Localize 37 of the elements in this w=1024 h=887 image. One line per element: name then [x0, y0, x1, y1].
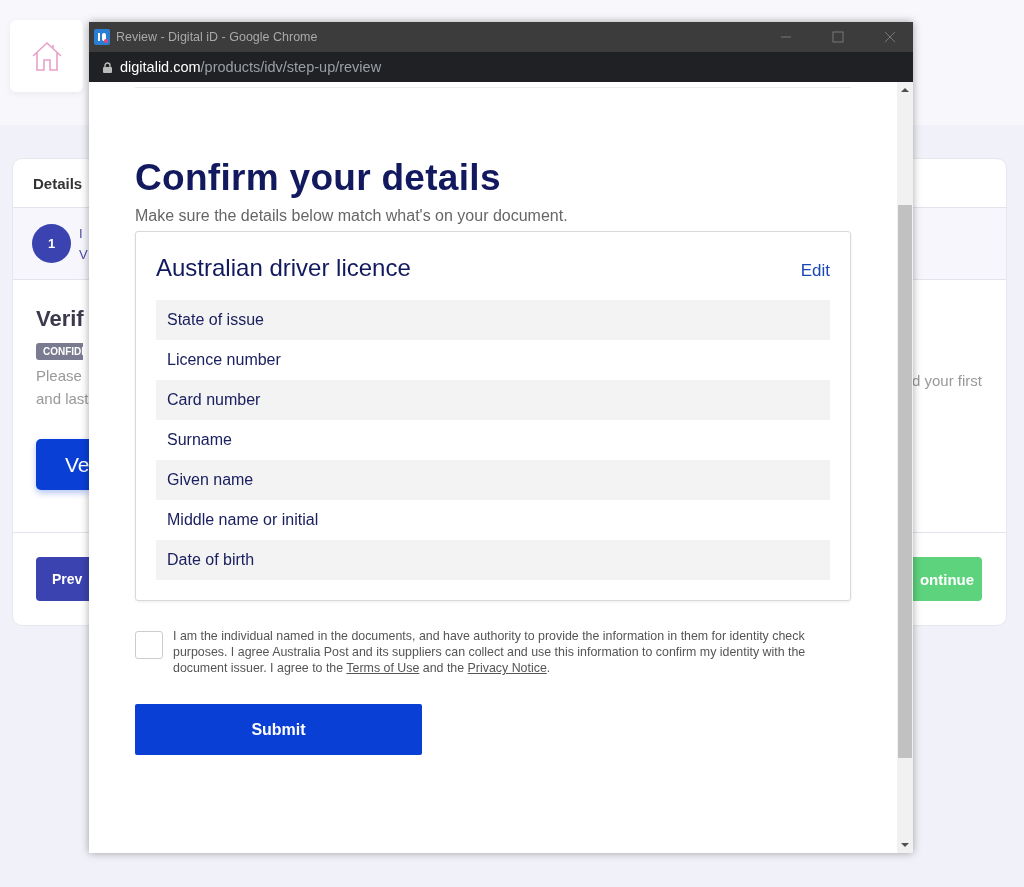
- maximize-icon: [832, 31, 844, 43]
- scroll-down-icon[interactable]: [901, 843, 909, 847]
- terms-link[interactable]: Terms of Use: [346, 661, 420, 675]
- window-title: Review - Digital iD - Google Chrome: [116, 30, 319, 44]
- edit-link[interactable]: Edit: [800, 261, 830, 281]
- home-tile[interactable]: [10, 20, 83, 92]
- document-title: Australian driver licence: [156, 254, 411, 282]
- field-label: Surname: [166, 430, 233, 450]
- consent-checkbox[interactable]: [135, 631, 163, 659]
- scroll-up-icon[interactable]: [901, 88, 909, 92]
- scrollbar[interactable]: [897, 82, 913, 853]
- instruction-text: Please: [36, 367, 82, 384]
- step-title: I: [79, 225, 84, 241]
- confidential-badge: CONFIDI: [36, 343, 83, 360]
- address-url[interactable]: digitalid.com/products/idv/step-up/review: [120, 59, 382, 75]
- details-tab[interactable]: Details: [33, 175, 90, 192]
- step-subtitle: V: [79, 246, 88, 262]
- field-label: Card number: [156, 380, 830, 420]
- submit-button[interactable]: Submit: [135, 704, 422, 755]
- field-label: State of issue: [156, 300, 830, 340]
- consent-text: I am the individual named in the documents, and have authority to provide the information in them for identity check purposes. I agree Australia Post and its suppliers can collect and use this information to confirm my identity with the document issuer. I agree to the Terms of Use and the Privacy Notice.: [173, 628, 807, 676]
- previous-button[interactable]: Prev: [36, 557, 89, 601]
- verify-button[interactable]: Ve: [36, 439, 89, 490]
- step-number: 1: [32, 224, 71, 263]
- privacy-link[interactable]: Privacy Notice: [467, 661, 547, 675]
- field-label: Licence number: [166, 350, 282, 370]
- page-subtitle: Make sure the details below match what's on your document.: [135, 207, 569, 225]
- field-label: Given name: [156, 460, 830, 500]
- field-label: Middle name or initial: [166, 510, 320, 530]
- section-heading: Verif: [36, 306, 85, 332]
- close-icon: [884, 31, 896, 43]
- field-label: Date of birth: [156, 540, 830, 580]
- page-heading: Confirm your details: [135, 157, 502, 199]
- instruction-text: d your first: [912, 371, 983, 391]
- app-icon: [94, 29, 110, 45]
- instruction-text: and last: [36, 390, 89, 407]
- lock-icon: [103, 61, 112, 73]
